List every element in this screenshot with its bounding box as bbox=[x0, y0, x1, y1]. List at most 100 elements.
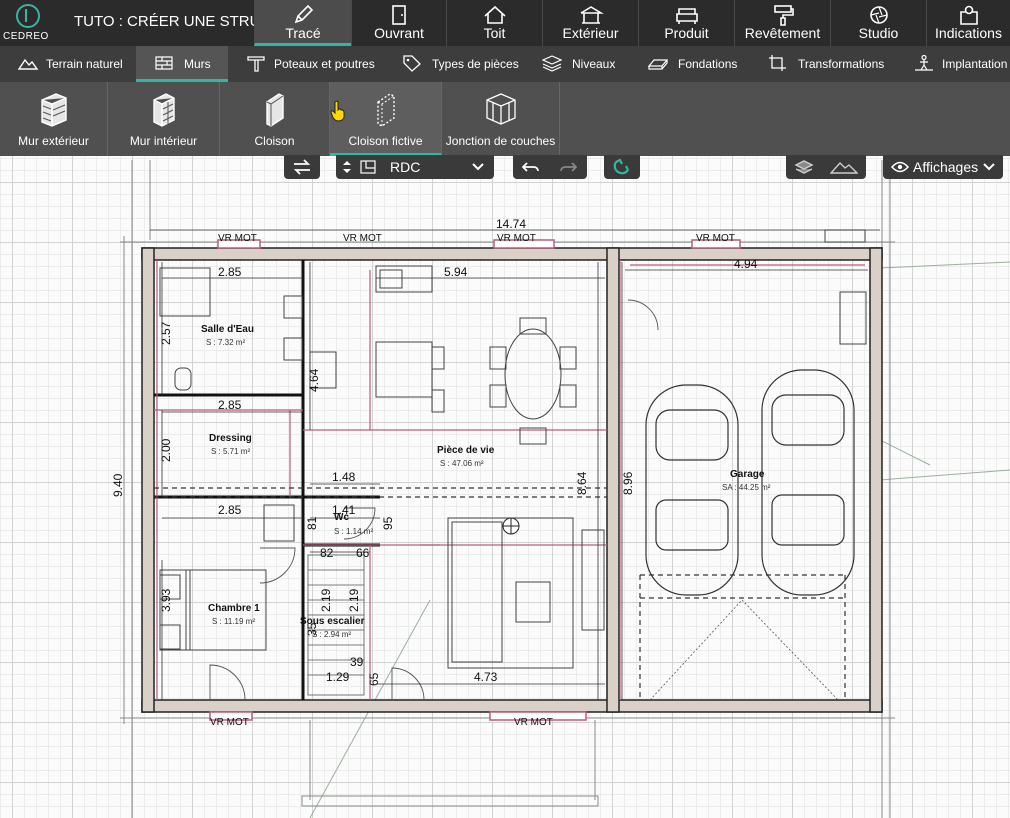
subtab-transformations[interactable]: Transformations bbox=[766, 46, 896, 82]
magnet-icon bbox=[613, 158, 629, 175]
layers-icon bbox=[542, 55, 562, 72]
partition-icon bbox=[265, 93, 284, 127]
tool-bar: Mur extérieur Mur intérieur Cloison Cloi… bbox=[0, 82, 1010, 156]
level-value: RDC bbox=[390, 159, 421, 175]
dim-label: 65 bbox=[367, 672, 381, 686]
tool-cloison[interactable]: Cloison bbox=[220, 82, 330, 156]
dim-label: 1.29 bbox=[326, 670, 350, 684]
interior-wall-icon bbox=[152, 93, 175, 127]
room-area: S : 1.14 m² bbox=[334, 527, 374, 536]
subtab-poteaux-et-poutres[interactable]: Poteaux et poutres bbox=[238, 46, 388, 82]
subtab-label: Terrain naturel bbox=[46, 57, 123, 71]
dim-label: 2.85 bbox=[218, 398, 242, 412]
gazebo-icon bbox=[580, 6, 604, 24]
dim-label: 81 bbox=[305, 516, 319, 530]
sofa-icon bbox=[675, 8, 698, 24]
tab-label: Toit bbox=[483, 25, 506, 41]
dim-label: 39 bbox=[350, 655, 364, 669]
tab-revetement[interactable]: Revêtement bbox=[734, 0, 830, 46]
terrain-view-icon[interactable] bbox=[830, 159, 858, 175]
person-icon bbox=[915, 54, 933, 71]
pencil-icon bbox=[294, 4, 314, 24]
swap-arrows-icon bbox=[293, 159, 311, 175]
map-pin-icon bbox=[959, 5, 978, 25]
door-icon bbox=[392, 5, 406, 25]
dim-label: 8.64 bbox=[575, 471, 589, 495]
project-title[interactable]: TUTO : CRÉER UNE STRU... bbox=[74, 13, 273, 30]
tool-mur-interieur[interactable]: Mur intérieur bbox=[108, 82, 220, 156]
room-name: Garage bbox=[730, 469, 765, 480]
room-name: Sous escalier bbox=[300, 616, 365, 627]
tool-jonction-de-couches[interactable]: Jonction de couches bbox=[442, 82, 560, 156]
chevron-down-icon bbox=[472, 163, 484, 171]
display-menu-label: Affichages bbox=[913, 159, 979, 175]
display-menu-button[interactable]: Affichages bbox=[883, 155, 1003, 179]
tool-cloison-fictive[interactable]: Cloison fictive bbox=[330, 82, 442, 156]
swap-button[interactable] bbox=[284, 155, 320, 179]
tab-label: Extérieur bbox=[562, 25, 619, 41]
level-selector[interactable]: RDC bbox=[336, 155, 494, 179]
dim-label: 2.85 bbox=[218, 265, 242, 279]
tab-produit[interactable]: Produit bbox=[638, 0, 734, 46]
brick-wall-icon bbox=[155, 56, 173, 70]
roof-icon bbox=[483, 5, 506, 24]
room-area: S : 11.19 m² bbox=[212, 617, 255, 626]
dim-label: 4.94 bbox=[734, 257, 758, 271]
dim-label: 2.19 bbox=[347, 588, 361, 612]
window-label: VR MOT bbox=[343, 233, 382, 244]
tool-label: Mur intérieur bbox=[129, 134, 198, 148]
dim-label: 8.96 bbox=[621, 471, 635, 495]
tab-label: Tracé bbox=[285, 25, 321, 41]
layers-view-icon[interactable] bbox=[794, 159, 814, 175]
window-label: VR MOT bbox=[218, 233, 257, 244]
dim-label: 3.93 bbox=[159, 588, 173, 612]
dim-label: 2.85 bbox=[218, 503, 242, 517]
dim-label: 66 bbox=[356, 546, 370, 560]
tab-label: Ouvrant bbox=[374, 25, 424, 41]
tab-indications[interactable]: Indications bbox=[926, 0, 1010, 46]
tab-studio[interactable]: Studio bbox=[830, 0, 926, 46]
hand-cursor-icon bbox=[330, 100, 345, 122]
redo-icon[interactable] bbox=[559, 160, 577, 174]
tab-trace[interactable]: Tracé bbox=[254, 0, 351, 46]
logo-text: CEDREO bbox=[3, 31, 49, 42]
cedreo-logo[interactable]: CEDREO bbox=[0, 0, 58, 46]
subtab-niveaux[interactable]: Niveaux bbox=[540, 46, 634, 82]
tool-label: Cloison fictive bbox=[348, 134, 423, 148]
magnet-button[interactable] bbox=[604, 155, 640, 179]
layer-junction-icon bbox=[485, 93, 516, 125]
window-label: VR MOT bbox=[497, 233, 536, 244]
subtab-fondations[interactable]: Fondations bbox=[646, 46, 756, 82]
room-area: S : 2.94 m² bbox=[312, 630, 352, 639]
room-area: S : 5.71 m² bbox=[211, 447, 251, 456]
room-area: SA : 44.25 m² bbox=[722, 483, 771, 492]
eye-icon bbox=[891, 161, 909, 173]
subtab-implantation[interactable]: Implantation bbox=[912, 46, 1010, 82]
tool-label: Cloison bbox=[254, 134, 295, 148]
tab-label: Revêtement bbox=[744, 25, 821, 41]
dim-label: 82 bbox=[320, 546, 334, 560]
window-label: VR MOT bbox=[514, 717, 553, 728]
tool-mur-exterieur[interactable]: Mur extérieur bbox=[0, 82, 108, 156]
window-label: VR MOT bbox=[210, 717, 249, 728]
dim-label: 5.94 bbox=[444, 265, 468, 279]
undo-redo-group bbox=[513, 155, 587, 179]
tab-exterieur[interactable]: Extérieur bbox=[542, 0, 638, 46]
tab-ouvrant[interactable]: Ouvrant bbox=[351, 0, 446, 46]
dim-label: 2.00 bbox=[159, 438, 173, 462]
subtab-terrain-naturel[interactable]: Terrain naturel bbox=[10, 46, 136, 82]
room-name: Chambre 1 bbox=[208, 603, 260, 614]
floor-plan-icon bbox=[360, 160, 376, 174]
terrain-icon bbox=[18, 58, 38, 70]
subtab-types-de-pieces[interactable]: Types de pièces bbox=[398, 46, 526, 82]
subtab-label: Implantation bbox=[942, 57, 1008, 71]
sub-tab-bar: Terrain naturel Murs Poteaux et poutres … bbox=[0, 46, 1010, 82]
tab-toit[interactable]: Toit bbox=[446, 0, 542, 46]
subtab-murs[interactable]: Murs bbox=[136, 46, 228, 82]
foundation-icon bbox=[648, 59, 668, 70]
exterior-wall-icon bbox=[40, 93, 67, 127]
logo-tree-icon bbox=[25, 9, 31, 22]
tag-icon bbox=[403, 55, 421, 72]
view-mode-group bbox=[786, 155, 866, 179]
undo-icon[interactable] bbox=[522, 160, 540, 174]
